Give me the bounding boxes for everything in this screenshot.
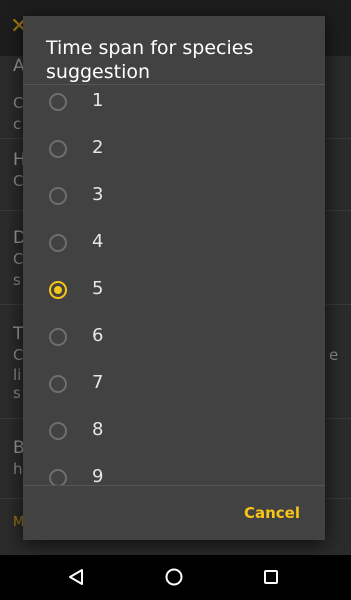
radio-unchecked-icon[interactable]: [49, 93, 67, 111]
recents-button[interactable]: [246, 555, 296, 600]
radio-unchecked-icon[interactable]: [49, 234, 67, 252]
background-text-fragment: C: [13, 250, 24, 268]
radio-option-6[interactable]: 6: [23, 313, 325, 360]
radio-option-5[interactable]: 5: [23, 266, 325, 313]
background-text-fragment: h: [13, 460, 23, 478]
radio-unchecked-icon[interactable]: [49, 422, 67, 440]
back-triangle-icon: [69, 569, 83, 585]
list-divider: [23, 485, 325, 486]
radio-option-label: 3: [92, 184, 104, 205]
radio-option-label: 2: [92, 137, 104, 158]
radio-unchecked-icon[interactable]: [49, 375, 67, 393]
options-list[interactable]: 1 2 3 4 5 6 7 8 9: [23, 85, 325, 485]
background-text-fragment: T: [13, 324, 24, 344]
dialog-title: Time span for species suggestion: [46, 37, 254, 83]
background-text-fragment: s: [13, 271, 21, 289]
navigation-bar: [0, 555, 351, 600]
background-text-fragment: C: [13, 94, 24, 112]
radio-option-label: 8: [92, 419, 104, 440]
radio-option-label: 7: [92, 372, 104, 393]
recents-square-icon: [264, 570, 278, 584]
radio-checked-icon[interactable]: [49, 281, 67, 299]
background-text-fragment: e: [329, 346, 339, 364]
radio-option-7[interactable]: 7: [23, 360, 325, 407]
background-text-fragment: C: [13, 346, 24, 364]
cancel-button[interactable]: Cancel: [242, 500, 302, 526]
radio-unchecked-icon[interactable]: [49, 469, 67, 485]
radio-option-4[interactable]: 4: [23, 219, 325, 266]
home-circle-icon: [165, 568, 183, 586]
radio-unchecked-icon[interactable]: [49, 140, 67, 158]
radio-option-label: 6: [92, 325, 104, 346]
radio-option-8[interactable]: 8: [23, 407, 325, 454]
radio-unchecked-icon[interactable]: [49, 328, 67, 346]
radio-option-3[interactable]: 3: [23, 172, 325, 219]
radio-option-label: 4: [92, 231, 104, 252]
back-button[interactable]: [51, 555, 101, 600]
radio-option-9[interactable]: 9: [23, 454, 325, 485]
radio-option-2[interactable]: 2: [23, 125, 325, 172]
background-text-fragment: C: [13, 172, 24, 190]
radio-option-label: 5: [92, 278, 104, 299]
background-text-fragment: s: [13, 384, 21, 402]
radio-unchecked-icon[interactable]: [49, 187, 67, 205]
radio-option-1[interactable]: 1: [23, 85, 325, 125]
time-span-dialog: Time span for species suggestion 1 2 3 4 5 6 7…: [23, 16, 325, 540]
background-text-fragment: li: [13, 366, 22, 384]
background-text-fragment: c: [13, 115, 22, 133]
home-button[interactable]: [149, 555, 199, 600]
radio-option-label: 9: [92, 466, 104, 485]
radio-option-label: 1: [92, 90, 104, 111]
